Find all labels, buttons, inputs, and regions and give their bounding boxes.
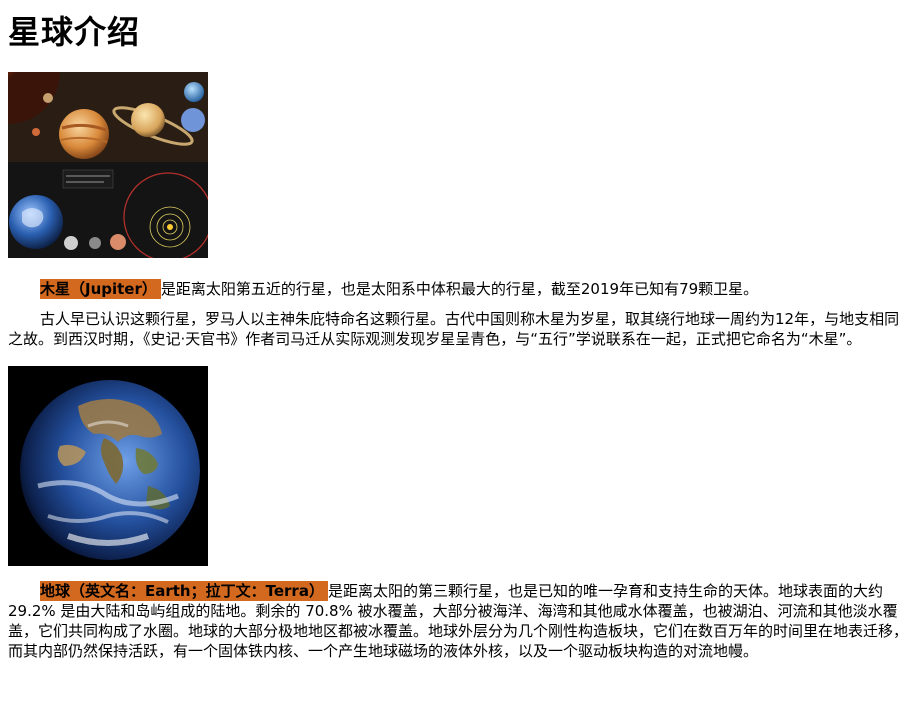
earth-globe-icon	[8, 366, 208, 566]
jupiter-intro: 木星（Jupiter） 是距离太阳第五近的行星，也是太阳系中体积最大的行星，截至2…	[8, 279, 911, 299]
jupiter-intro-text: 是距离太阳第五近的行星，也是太阳系中体积最大的行星，截至2019年已知有79颗卫…	[160, 280, 759, 298]
solar-system-image	[8, 72, 208, 258]
solar-system-icon	[8, 72, 208, 258]
earth-name-highlight: 地球（英文名：Earth；拉丁文：Terra）	[40, 581, 328, 601]
earth-image	[8, 366, 208, 566]
article: 星球介绍 木星（Jupiter） 是距离太阳第五近的行星，也是太阳系中体积最大的…	[8, 0, 911, 661]
earth-description: 地球（英文名：Earth；拉丁文：Terra） 是距离太阳的第三颗行星，也是已知的…	[8, 581, 911, 661]
page-title: 星球介绍	[8, 13, 141, 51]
jupiter-history: 古人早已认识这颗行星，罗马人以主神朱庇特命名这颗行星。古代中国则称木星为岁星，取…	[8, 310, 900, 348]
jupiter-name-highlight: 木星（Jupiter）	[40, 279, 161, 299]
